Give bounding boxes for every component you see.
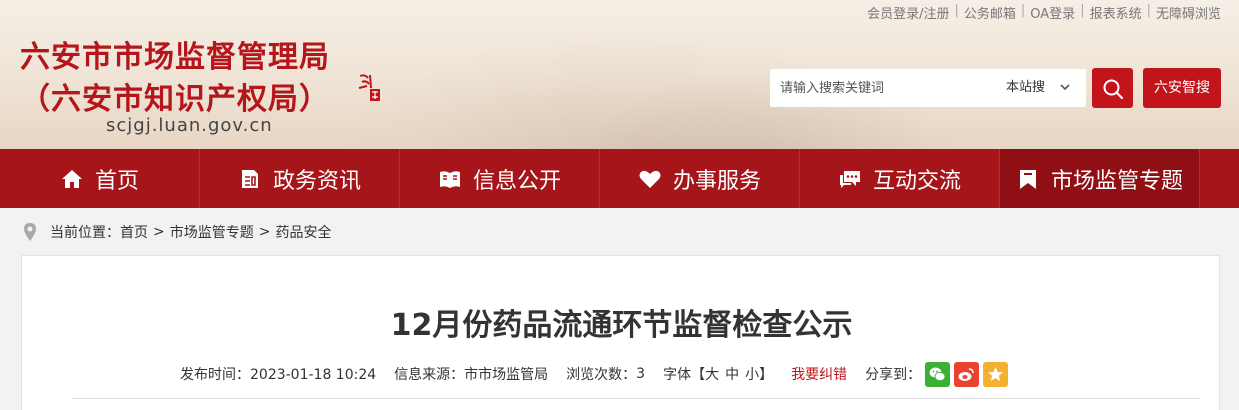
nav-item-market-topics[interactable]: 市场监管专题 [1000, 149, 1200, 208]
divider [72, 398, 1200, 399]
nav-item-news[interactable]: 政务资讯 [200, 149, 400, 208]
news-icon [241, 169, 258, 188]
share-label: 分享到： [865, 367, 922, 383]
info-icon [439, 170, 460, 188]
weibo-icon [958, 367, 974, 381]
separator: | [954, 3, 959, 18]
chevron-down-icon [1060, 84, 1070, 91]
official-mail-link[interactable]: 公务邮箱 [964, 3, 1016, 22]
nav-item-label: 办事服务 [672, 168, 761, 194]
accessibility-link[interactable]: 无障碍浏览 [1156, 3, 1221, 22]
site-title[interactable]: 六安市市场监督管理局 [20, 32, 330, 76]
breadcrumb-topics-link[interactable]: 市场监管专题 [170, 222, 254, 242]
breadcrumb-separator: > [153, 224, 165, 240]
nav-item-home[interactable]: 首页 [0, 149, 200, 208]
search-scope-select[interactable]: 本站搜 [1006, 69, 1070, 107]
views-label: 浏览次数： [566, 367, 637, 383]
search-scope-label: 本站搜 [1006, 80, 1046, 95]
seal-logo-icon [358, 74, 380, 101]
chat-icon [839, 170, 860, 188]
oa-login-link[interactable]: OA登录 [1030, 3, 1075, 22]
font-large-button[interactable]: 大 [705, 364, 719, 384]
article-title: 12月份药品流通环节监督检查公示 [390, 308, 853, 343]
search-box: 本站搜 [770, 69, 1086, 107]
search-input[interactable] [770, 69, 990, 107]
location-pin-icon [24, 223, 36, 241]
publish-time: 发布时间：2023-01-18 10:24 [180, 367, 377, 383]
share-qzone-button[interactable] [983, 361, 1009, 387]
font-medium-button[interactable]: 中 [725, 364, 739, 384]
nav-item-info[interactable]: 信息公开 [400, 149, 600, 208]
breadcrumb-prefix: 当前位置： [50, 225, 120, 241]
nav-item-label: 信息公开 [472, 168, 561, 194]
article-meta: 发布时间：2023-01-18 10:24 信息来源：市市场监管局 浏览次数： … [180, 361, 1009, 387]
star-icon [988, 366, 1004, 381]
article-card: 12月份药品流通环节监督检查公示 发布时间：2023-01-18 10:24 信… [21, 255, 1220, 410]
breadcrumb-home-link[interactable]: 首页 [120, 222, 148, 242]
font-size-close: 】 [759, 367, 774, 383]
main-nav: 首页 政务资讯 信息公开 办事服务 互动交流 市场监管专题 [0, 149, 1239, 208]
separator: | [1146, 3, 1151, 18]
nav-item-interaction[interactable]: 互动交流 [800, 149, 1000, 208]
search-icon [1103, 79, 1124, 100]
separator: | [1020, 3, 1026, 18]
nav-item-label: 互动交流 [872, 168, 961, 194]
nav-item-label: 政务资讯 [272, 168, 361, 194]
home-icon [61, 169, 82, 188]
nav-filler [1200, 149, 1239, 208]
breadcrumb-separator: > [258, 224, 271, 240]
wechat-icon [929, 367, 946, 381]
share-weibo-button[interactable] [954, 361, 980, 387]
site-subtitle[interactable]: （六安市知识产权局） [20, 74, 330, 118]
share-wechat-button[interactable] [925, 361, 951, 387]
breadcrumb-drug-safety-link[interactable]: 药品安全 [275, 222, 331, 242]
bookmark-icon [1019, 169, 1036, 189]
nav-item-label: 市场监管专题 [1050, 168, 1183, 194]
breadcrumb: 当前位置： 首页 > 市场监管专题 > 药品安全 [22, 222, 331, 242]
site-domain: scjgj.luan.gov.cn [106, 115, 273, 136]
separator: | [1080, 3, 1085, 18]
nav-item-services[interactable]: 办事服务 [600, 149, 800, 208]
report-system-link[interactable]: 报表系统 [1090, 3, 1142, 22]
views-count: 3 [636, 366, 646, 382]
smart-search-button[interactable]: 六安智搜 [1143, 68, 1221, 108]
heart-icon [639, 170, 661, 188]
search-button[interactable] [1092, 68, 1133, 108]
info-source: 信息来源：市市场监管局 [394, 367, 549, 383]
font-size-label: 字体【 [663, 367, 706, 383]
report-error-link[interactable]: 我要纠错 [791, 364, 847, 384]
site-header: 会员登录/注册 | 公务邮箱 | OA登录 | 报表系统 | 无障碍浏览 六安市… [0, 0, 1239, 149]
member-login-link[interactable]: 会员登录/注册 [867, 3, 949, 22]
nav-item-label: 首页 [94, 168, 139, 194]
top-links: 会员登录/注册 | 公务邮箱 | OA登录 | 报表系统 | 无障碍浏览 [867, 3, 1221, 22]
font-small-button[interactable]: 小 [745, 364, 759, 384]
